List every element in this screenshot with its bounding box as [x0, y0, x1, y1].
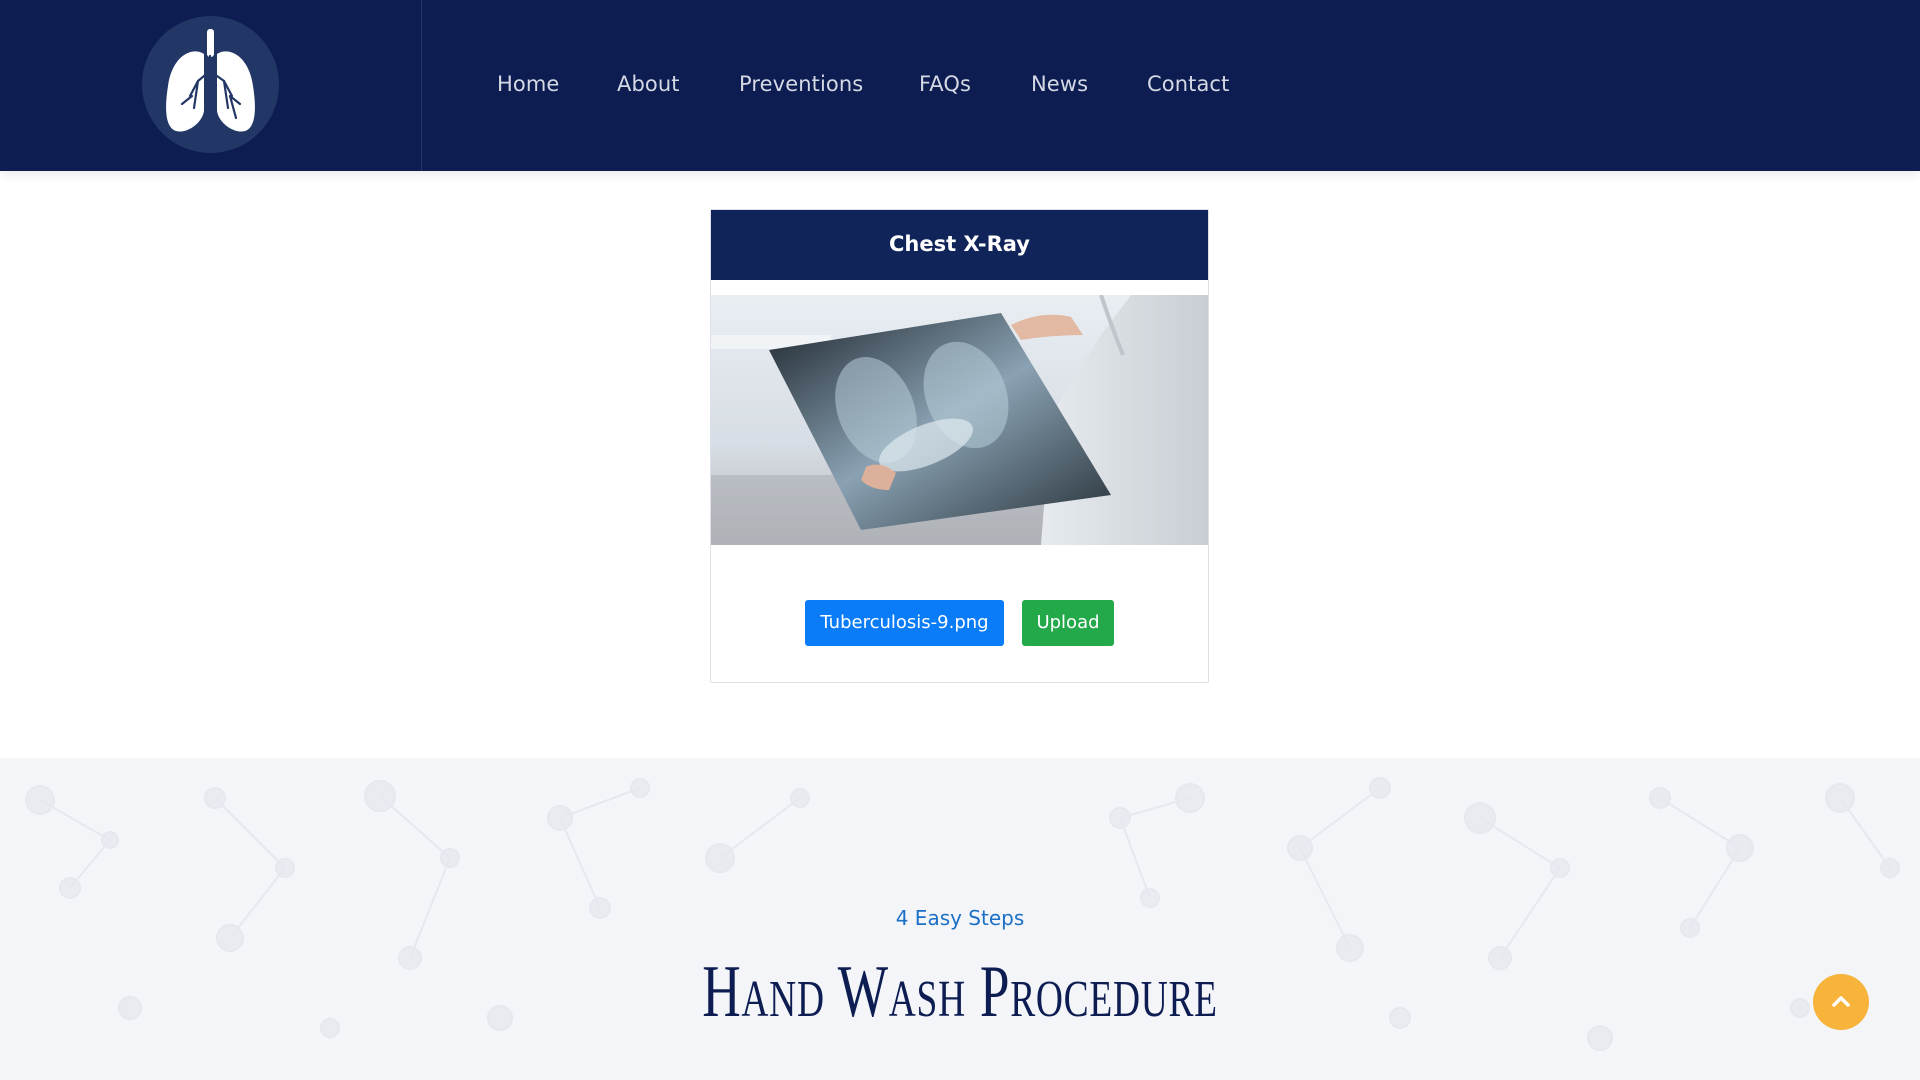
card-header: Chest X-Ray: [711, 210, 1208, 280]
xray-upload-card: Chest X-Ray Tuberculosis-9.png Upload: [710, 209, 1209, 683]
nav-about[interactable]: About: [617, 72, 680, 96]
choose-file-button[interactable]: Tuberculosis-9.png: [805, 600, 1004, 646]
steps-title: Hand Wash Procedure: [702, 951, 1218, 1033]
card-title: Chest X-Ray: [888, 232, 1031, 256]
nav-preventions[interactable]: Preventions: [739, 72, 863, 96]
upload-button[interactable]: Upload: [1022, 600, 1114, 646]
main-nav: Home About Preventions FAQs News Contact: [0, 0, 1920, 171]
handwash-steps-section: 4 Easy Steps Hand Wash Procedure: [0, 758, 1920, 1080]
chevron-up-icon: [1832, 996, 1850, 1007]
xray-image: [711, 295, 1208, 545]
nav-home[interactable]: Home: [497, 72, 559, 96]
nav-faqs[interactable]: FAQs: [919, 72, 971, 96]
nav-news[interactable]: News: [1031, 72, 1088, 96]
site-header: Home About Preventions FAQs News Contact: [0, 0, 1920, 171]
scroll-to-top-button[interactable]: [1813, 974, 1869, 1030]
steps-subtitle: 4 Easy Steps: [895, 906, 1025, 930]
nav-contact[interactable]: Contact: [1147, 72, 1229, 96]
